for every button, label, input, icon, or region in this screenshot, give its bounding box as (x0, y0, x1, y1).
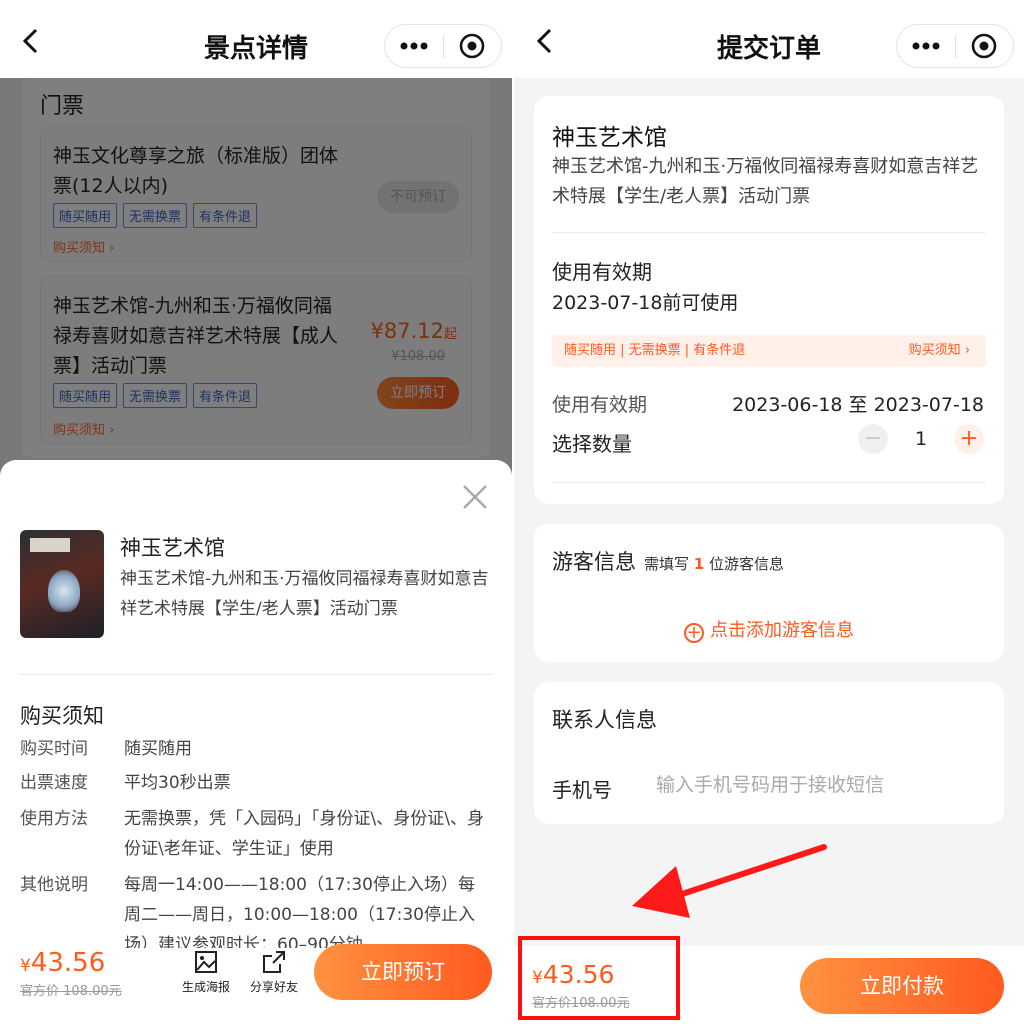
increase-quantity-button[interactable]: + (954, 424, 984, 454)
divider (20, 674, 492, 675)
notice-key: 购买时间 (20, 739, 88, 759)
product-title: 神玉艺术馆 (552, 125, 667, 151)
price-amount: 43.56 (30, 948, 106, 978)
visitor-title: 游客信息 (552, 550, 636, 574)
notice-key: 使用方法 (20, 809, 88, 829)
divider (552, 232, 986, 233)
decrease-quantity-button[interactable]: − (858, 424, 888, 454)
poster-label: 生成海报 (181, 980, 230, 994)
currency-symbol: ¥ (20, 956, 31, 976)
more-dots-icon[interactable] (385, 25, 443, 67)
venue-title: 神玉艺术馆 (120, 536, 225, 560)
generate-poster-button[interactable]: 生成海报 (176, 950, 236, 995)
share-icon (263, 951, 285, 973)
scenic-detail-screen: 景点详情 门票 神玉文化尊享之旅（标准版）团体票(12人以内) 随买随用 无需换… (0, 0, 512, 1024)
notice-title: 购买须知 (20, 704, 104, 728)
policy-tags: 随买随用 | 无需换票 | 有条件退 (564, 343, 746, 358)
product-card: 神玉艺术馆 神玉艺术馆-九州和玉·万福攸同福禄寿喜财如意吉祥艺术特展【学生/老人… (534, 96, 1004, 504)
nav-bar: 提交订单 (514, 0, 1024, 78)
validity-label: 使用有效期 (552, 260, 652, 284)
notice-row: 出票速度 平均30秒出票 (20, 768, 488, 798)
ticket-detail-sheet: 神玉艺术馆 神玉艺术馆-九州和玉·万福攸同福禄寿喜财如意吉祥艺术特展【学生/老人… (0, 460, 512, 1024)
period-label: 使用有效期 (552, 394, 648, 416)
total-price: ¥43.56 (20, 948, 105, 978)
submit-order-screen: 提交订单 神玉艺术馆 神玉艺术馆-九州和玉·万福攸同福禄寿喜财如意吉祥艺术特展【… (514, 0, 1024, 1024)
nav-bar: 景点详情 (0, 0, 512, 78)
notice-value: 平均30秒出票 (124, 773, 231, 793)
quantity-value: 1 (914, 428, 928, 450)
thumbnail-exhibit (48, 570, 80, 612)
mini-program-capsule (896, 24, 1014, 68)
visitor-title-row: 游客信息 需填写 1 位游客信息 (552, 546, 784, 576)
close-icon[interactable] (462, 484, 488, 510)
share-label: 分享好友 (249, 980, 298, 994)
mini-program-capsule (384, 24, 502, 68)
divider (552, 482, 986, 483)
venue-description: 神玉艺术馆-九州和玉·万福攸同福禄寿喜财如意吉祥艺术特展【学生/老人票】活动门票 (120, 569, 489, 619)
hint-count: 1 (693, 555, 705, 573)
phone-input[interactable] (656, 774, 986, 796)
add-visitor-button[interactable]: + 点击添加游客信息 (534, 616, 1004, 643)
quantity-label: 选择数量 (552, 432, 632, 456)
hint-suffix: 位游客信息 (709, 555, 785, 573)
visitor-info-card: 游客信息 需填写 1 位游客信息 + 点击添加游客信息 (534, 524, 1004, 662)
hint-prefix: 需填写 (644, 555, 690, 573)
notice-row: 使用方法 无需换票，凭「入园码」「身份证\、身份证\、身份证\老年证、学生证」使用 (20, 804, 488, 864)
share-button[interactable]: 分享好友 (244, 950, 304, 995)
thumbnail-banner (30, 538, 70, 552)
venue-thumbnail (20, 530, 104, 638)
period-value: 2023-06-18 至 2023-07-18 (732, 394, 984, 416)
validity-value: 2023-07-18前可使用 (552, 292, 739, 314)
notice-value: 随买随用 (124, 739, 192, 759)
purchase-notice-link[interactable]: 购买须知 › (909, 335, 970, 367)
visitor-hint: 需填写 1 位游客信息 (644, 555, 784, 573)
contact-info-card: 联系人信息 手机号 (534, 682, 1004, 824)
more-dots-icon[interactable] (897, 25, 955, 67)
quantity-stepper: − 1 + (858, 424, 984, 454)
bottom-action-bar: ¥43.56 官方价 108.00元 生成海报 分享好友 立即预订 (0, 944, 512, 1024)
product-description: 神玉艺术馆-九州和玉·万福攸同福禄寿喜财如意吉祥艺术特展【学生/老人票】活动门票 (552, 156, 979, 207)
annotation-highlight-box (518, 936, 680, 1020)
notice-key: 其他说明 (20, 875, 88, 895)
image-icon (195, 951, 217, 973)
book-now-main-button[interactable]: 立即预订 (314, 944, 492, 1000)
ticket-policy-strip: 随买随用 | 无需换票 | 有条件退 购买须知 › (552, 335, 986, 367)
notice-key: 出票速度 (20, 773, 88, 793)
close-mini-program-icon[interactable] (956, 25, 1014, 67)
notice-row: 购买时间 随买随用 (20, 734, 488, 764)
phone-label: 手机号 (552, 778, 612, 802)
notice-value: 无需换票，凭「入园码」「身份证\、身份证\、身份证\老年证、学生证」使用 (124, 809, 484, 859)
close-mini-program-icon[interactable] (444, 25, 502, 67)
add-circle-icon: + (684, 623, 704, 643)
contact-title: 联系人信息 (552, 708, 657, 732)
official-price: 官方价 108.00元 (20, 984, 122, 999)
pay-now-button[interactable]: 立即付款 (800, 958, 1004, 1014)
add-visitor-label: 点击添加游客信息 (710, 620, 854, 641)
